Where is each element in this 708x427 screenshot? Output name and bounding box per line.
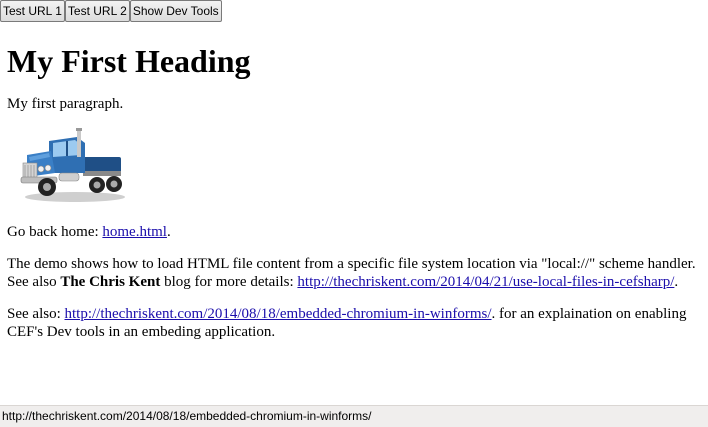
author-name: The Chris Kent xyxy=(60,274,161,290)
see-also-paragraph: See also: http://thechriskent.com/2014/0… xyxy=(7,305,701,341)
test-url-2-button[interactable]: Test URL 2 xyxy=(64,0,130,22)
test-url-1-button[interactable]: Test URL 1 xyxy=(0,0,65,22)
page-heading: My First Heading xyxy=(7,43,251,79)
go-back-prefix: Go back home: xyxy=(7,224,103,240)
go-back-paragraph: Go back home: home.html. xyxy=(7,223,701,241)
see-also-prefix: See also: xyxy=(7,306,65,322)
demo-text-2: blog for more details: xyxy=(160,274,298,290)
truck-icon xyxy=(20,128,125,202)
go-back-suffix: . xyxy=(166,224,171,240)
status-bar: http://thechriskent.com/2014/08/18/embed… xyxy=(0,405,708,427)
show-dev-tools-button[interactable]: Show Dev Tools xyxy=(129,0,222,22)
page-content: My First Heading My first paragraph. Go … xyxy=(7,30,701,355)
embedded-chromium-link[interactable]: http://thechriskent.com/2014/08/18/embed… xyxy=(65,306,492,322)
toolbar: Test URL 1 Test URL 2 Show Dev Tools xyxy=(0,0,222,22)
first-paragraph: My first paragraph. xyxy=(7,96,124,112)
demo-paragraph: The demo shows how to load HTML file con… xyxy=(7,255,701,291)
home-link[interactable]: home.html xyxy=(102,224,167,240)
truck-image xyxy=(19,127,129,205)
use-local-files-link[interactable]: http://thechriskent.com/2014/04/21/use-l… xyxy=(297,274,674,290)
demo-suffix: . xyxy=(674,274,679,290)
